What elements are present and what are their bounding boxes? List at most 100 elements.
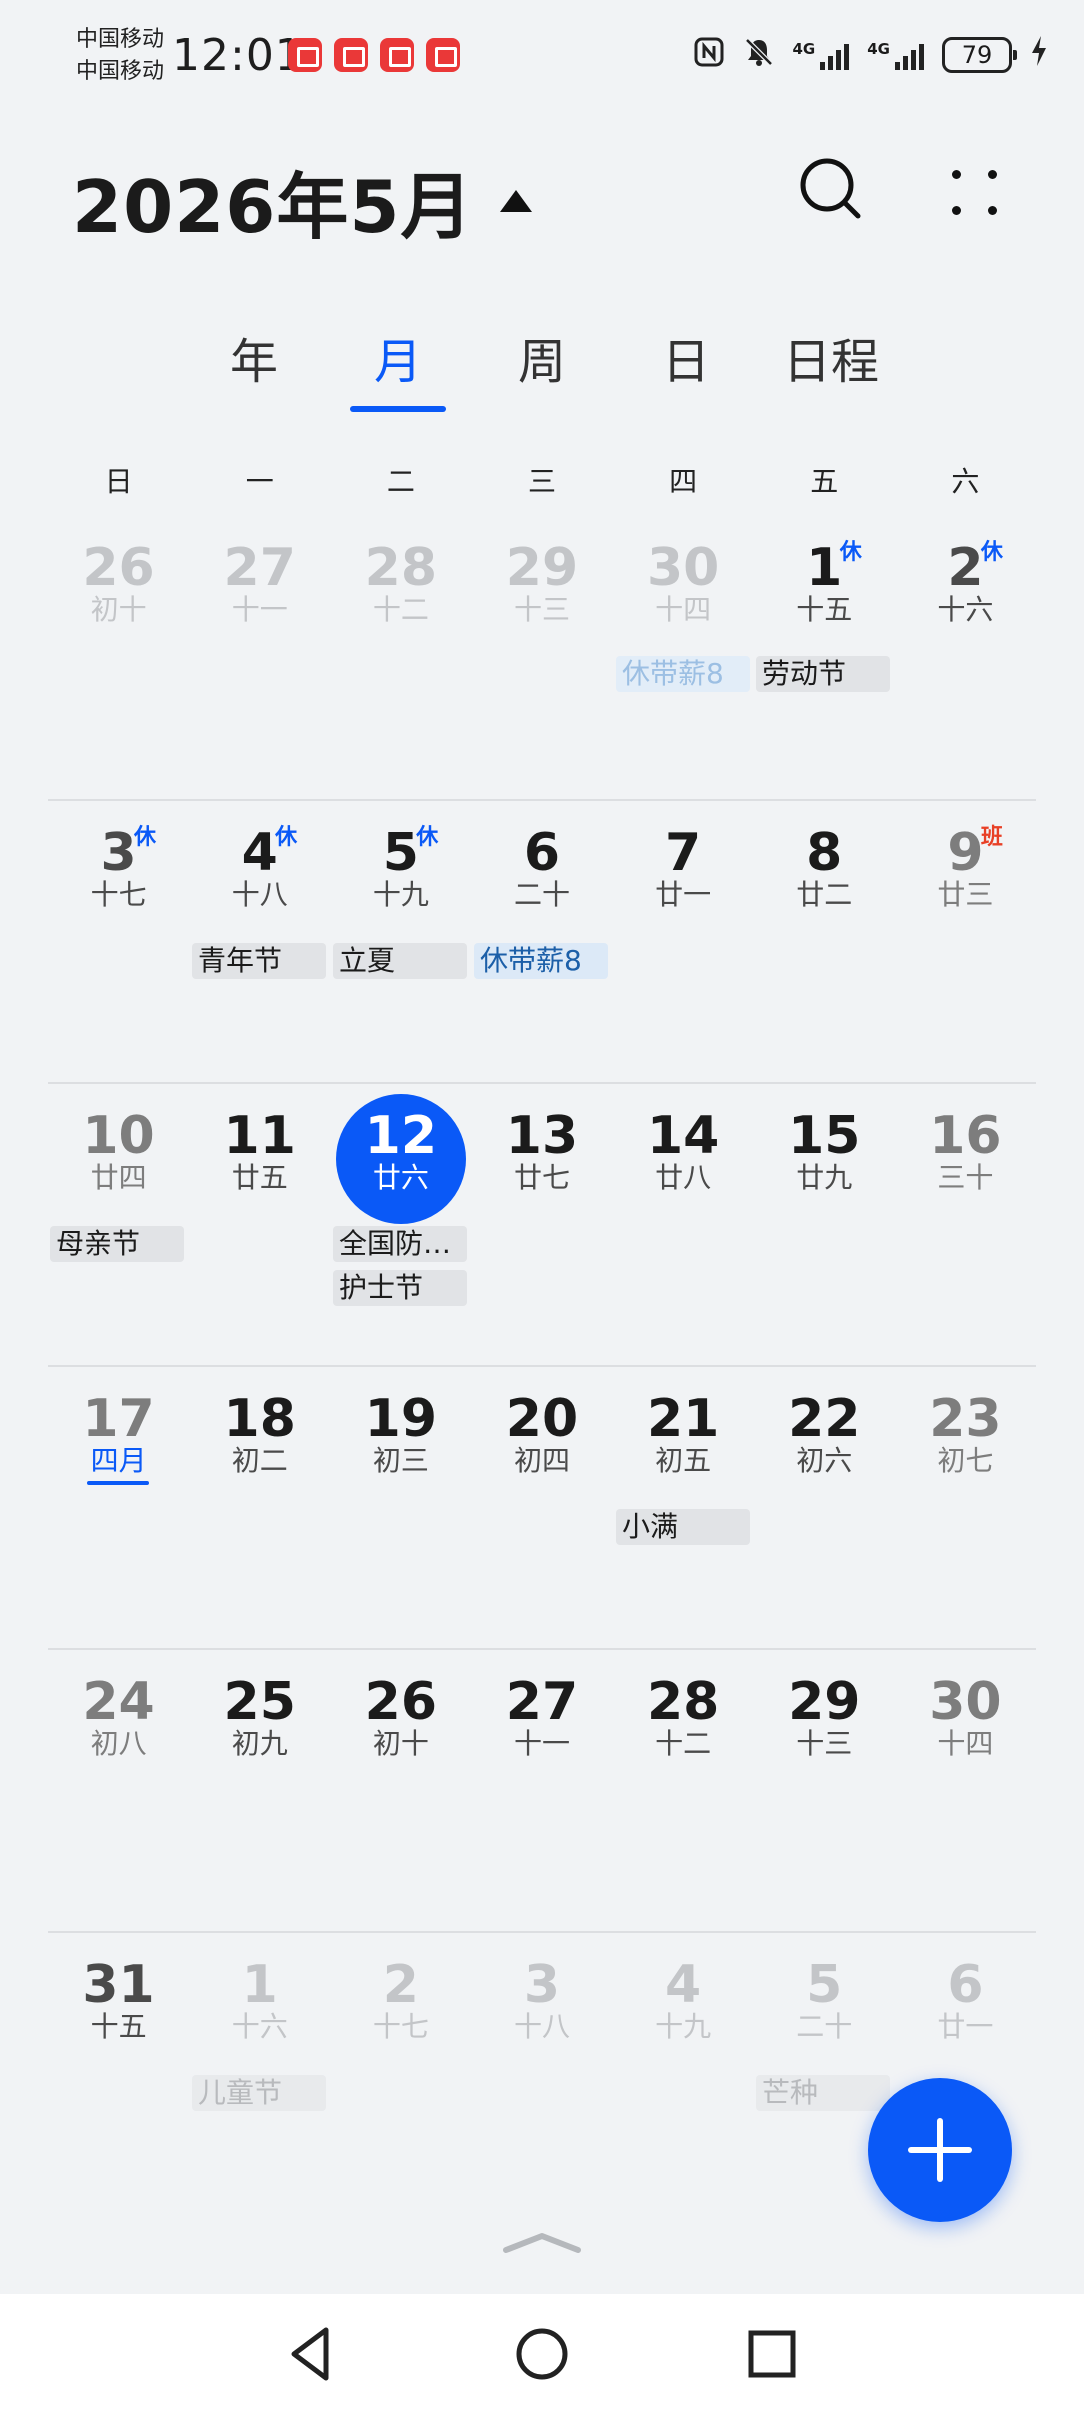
day-cell[interactable]: 1 十六 <box>189 1933 330 2214</box>
expand-handle[interactable] <box>500 2228 584 2258</box>
book-notification-icon <box>380 38 414 72</box>
event-chip[interactable]: 芒种 <box>756 2075 890 2111</box>
month-title: 2026年5月 <box>72 165 474 249</box>
day-cell[interactable]: 11 廿五 <box>189 1084 330 1365</box>
day-cell[interactable]: 28 十二 <box>330 516 471 799</box>
charging-icon <box>1030 35 1048 75</box>
day-cell[interactable]: 31 十五 <box>48 1933 189 2214</box>
lunar-date: 十三 <box>513 593 570 626</box>
day-number: 6 <box>947 1955 984 2015</box>
lunar-date: 廿四 <box>90 1161 147 1194</box>
day-cell[interactable]: 30 十四 <box>895 1650 1036 1931</box>
lunar-date: 初八 <box>90 1727 147 1760</box>
day-cell[interactable]: 22 初六 <box>754 1367 895 1648</box>
lunar-date: 初五 <box>655 1444 712 1477</box>
day-cell[interactable]: 14 廿八 <box>613 1084 754 1365</box>
day-number: 3 <box>523 1955 561 2015</box>
event-chip[interactable]: 护士节 <box>333 1270 467 1306</box>
day-number: 3 <box>100 823 137 883</box>
day-number: 27 <box>223 538 296 598</box>
lunar-date: 初四 <box>513 1444 570 1477</box>
lunar-date: 初九 <box>231 1727 288 1760</box>
day-cell[interactable]: 8 廿二 <box>754 801 895 1082</box>
day-number: 4 <box>241 823 278 883</box>
event-chip[interactable]: 儿童节 <box>192 2075 326 2111</box>
day-cell[interactable]: 21 初五 <box>613 1367 754 1648</box>
tab-month[interactable]: 月 <box>358 322 438 412</box>
day-cell[interactable]: 18 初二 <box>189 1367 330 1648</box>
day-cell[interactable]: 19 初三 <box>330 1367 471 1648</box>
tab-agenda[interactable]: 日程 <box>774 322 888 412</box>
lunar-date: 十五 <box>796 593 853 626</box>
network-type-1: 4G <box>792 40 816 58</box>
holiday-badge: 休 <box>839 540 862 565</box>
day-cell[interactable]: 13 廿七 <box>471 1084 612 1365</box>
day-cell[interactable]: 4 十九 <box>613 1933 754 2214</box>
day-cell[interactable]: 26 初十 <box>48 516 189 799</box>
day-number: 21 <box>646 1389 720 1449</box>
day-number: 4 <box>665 1955 702 2015</box>
carrier-2: 中国移动 <box>76 59 165 84</box>
day-cell[interactable]: 20 初四 <box>471 1367 612 1648</box>
add-event-button[interactable] <box>868 2078 1012 2222</box>
event-chip[interactable]: 休带薪8 <box>616 656 750 692</box>
tab-year[interactable]: 年 <box>214 322 294 412</box>
day-cell[interactable]: 17 四月 <box>48 1367 189 1648</box>
day-cell[interactable]: 26 初十 <box>330 1650 471 1931</box>
day-cell[interactable]: 16 三十 <box>895 1084 1036 1365</box>
day-cell[interactable]: 23 初七 <box>895 1367 1036 1648</box>
day-cell[interactable]: 5 休十九 <box>330 801 471 1082</box>
day-number: 16 <box>929 1106 1002 1166</box>
recents-button[interactable] <box>740 2322 804 2386</box>
day-cell[interactable]: 28 十二 <box>613 1650 754 1931</box>
week-row: 17 四月 18 初二 19 初三 20 初四 21 初五 22 初六 23 初七 小满 <box>48 1365 1036 1648</box>
day-number: 26 <box>364 1672 438 1732</box>
week-row: 3 休十七 4 休十八 5 休十九 6 二十 7 廿一 8 廿二 9 班廿三 青年节 立夏 休… <box>48 799 1036 1082</box>
day-cell[interactable]: 6 二十 <box>471 801 612 1082</box>
lunar-date: 十九 <box>372 878 429 911</box>
weekday-mon: 一 <box>245 465 274 498</box>
search-button[interactable] <box>796 154 866 224</box>
day-cell[interactable]: 2 十七 <box>330 1933 471 2214</box>
lunar-date: 四月 <box>90 1444 147 1477</box>
day-number: 29 <box>788 1672 861 1732</box>
lunar-date: 十七 <box>90 878 147 911</box>
holiday-badge: 休 <box>134 825 157 850</box>
month-picker[interactable]: 2026年5月 <box>72 148 532 253</box>
day-cell[interactable]: 10 廿四 <box>48 1084 189 1365</box>
day-cell[interactable]: 29 十三 <box>471 516 612 799</box>
tab-day[interactable]: 日 <box>646 322 726 412</box>
day-cell[interactable]: 7 廿一 <box>613 801 754 1082</box>
back-button[interactable] <box>280 2322 344 2386</box>
event-chip[interactable]: 休带薪8 <box>474 943 608 979</box>
event-chip[interactable]: 青年节 <box>192 943 326 979</box>
event-chip[interactable]: 立夏 <box>333 943 467 979</box>
day-number: 1 <box>241 1955 278 2015</box>
event-chip[interactable]: 母亲节 <box>50 1226 184 1262</box>
day-cell[interactable]: 27 十一 <box>471 1650 612 1931</box>
day-cell[interactable]: 15 廿九 <box>754 1084 895 1365</box>
day-cell[interactable]: 29 十三 <box>754 1650 895 1931</box>
more-options-button[interactable] <box>940 156 1010 226</box>
day-cell[interactable]: 27 十一 <box>189 516 330 799</box>
day-number: 18 <box>223 1389 296 1449</box>
day-number: 11 <box>223 1106 296 1166</box>
event-chip[interactable]: 劳动节 <box>756 656 890 692</box>
event-chip[interactable]: 全国防… <box>333 1226 467 1262</box>
lunar-date: 初七 <box>937 1444 994 1477</box>
tab-week[interactable]: 周 <box>502 322 582 412</box>
day-number: 30 <box>646 538 720 598</box>
home-button[interactable] <box>510 2322 574 2386</box>
event-chip[interactable]: 小满 <box>616 1509 750 1545</box>
day-cell[interactable]: 24 初八 <box>48 1650 189 1931</box>
day-cell[interactable]: 3 十八 <box>471 1933 612 2214</box>
day-cell[interactable]: 25 初九 <box>189 1650 330 1931</box>
day-cell[interactable]: 2 休十六 <box>895 516 1036 799</box>
day-cell[interactable]: 3 休十七 <box>48 801 189 1082</box>
day-cell-today[interactable]: 12 廿六 <box>330 1084 471 1365</box>
lunar-date: 廿五 <box>231 1161 288 1194</box>
day-cell[interactable]: 9 班廿三 <box>895 801 1036 1082</box>
status-time: 12:01 <box>172 30 304 81</box>
day-number: 9 <box>947 823 984 883</box>
day-cell[interactable]: 4 休十八 <box>189 801 330 1082</box>
